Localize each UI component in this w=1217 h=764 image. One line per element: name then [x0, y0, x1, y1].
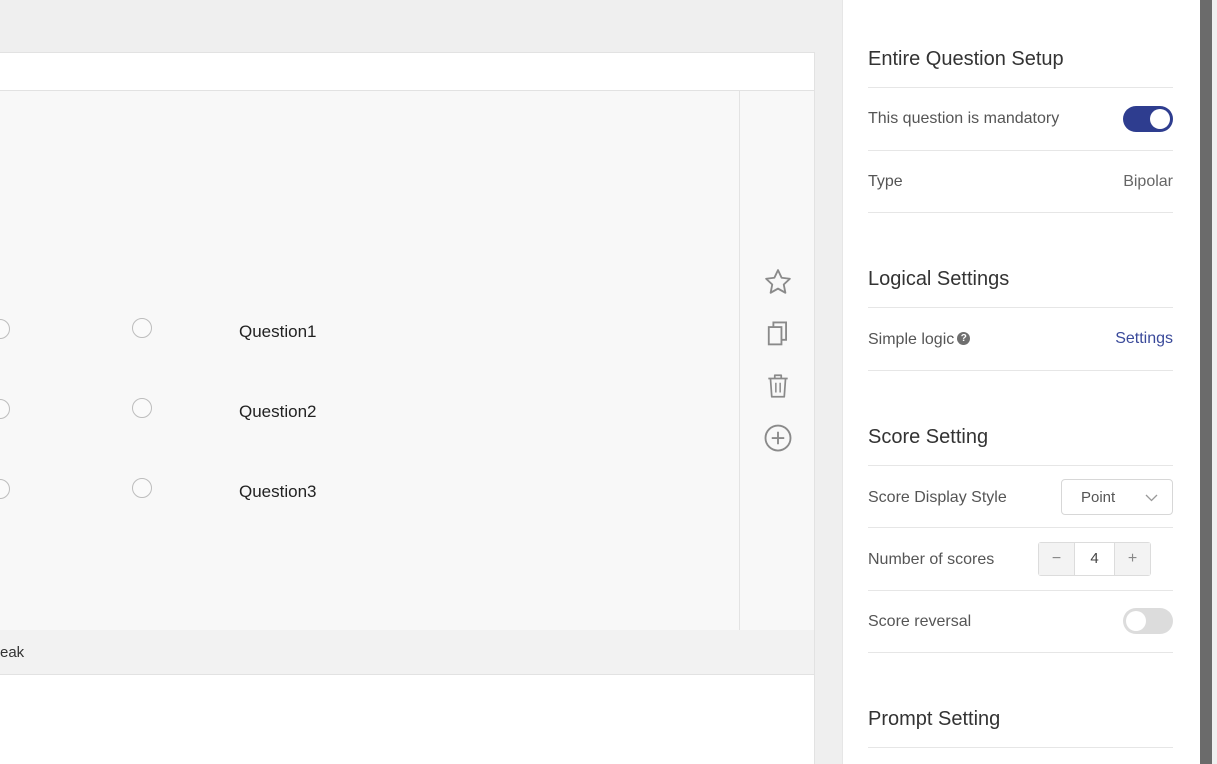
num-scores-label: Number of scores [868, 551, 995, 568]
question-body: Question1 Question2 Question3 [0, 91, 740, 630]
question-label: Question2 [239, 402, 317, 421]
num-scores-stepper[interactable]: − 4 + [1038, 542, 1151, 576]
option-radio[interactable] [0, 479, 10, 499]
editor-area: Question1 Question2 Question3 eak [0, 0, 842, 764]
section-title-logical: Logical Settings [868, 268, 1010, 290]
score-reversal-label: Score reversal [868, 613, 972, 630]
scrollbar[interactable] [1200, 0, 1217, 764]
next-question-area [0, 675, 815, 764]
score-display-value: Point [1081, 489, 1116, 506]
type-label: Type [868, 173, 903, 190]
question-card: Question1 Question2 Question3 [0, 91, 815, 630]
section-title-score: Score Setting [868, 426, 989, 448]
increment-button[interactable]: + [1115, 543, 1150, 575]
star-icon[interactable] [760, 264, 796, 300]
question-toolbar [740, 91, 815, 630]
copy-icon[interactable] [760, 316, 796, 352]
mandatory-toggle[interactable] [1123, 106, 1173, 132]
trash-icon[interactable] [760, 368, 796, 404]
page-break-bar[interactable]: eak [0, 630, 815, 675]
num-scores-value[interactable]: 4 [1074, 543, 1115, 575]
mandatory-label: This question is mandatory [868, 110, 1060, 127]
simple-logic-row: Simple logic? Settings [868, 307, 1173, 371]
question-header-strip[interactable] [0, 52, 815, 91]
score-display-select[interactable]: Point [1061, 479, 1173, 515]
mandatory-row: This question is mandatory [868, 88, 1173, 151]
question-label: Question1 [239, 322, 317, 341]
add-circle-icon[interactable] [760, 420, 796, 456]
simple-logic-label: Simple logic [868, 331, 955, 348]
chevron-down-icon [1145, 494, 1158, 502]
section-title-entire-setup: Entire Question Setup [868, 48, 1064, 70]
option-radio[interactable] [132, 398, 152, 418]
scrollbar-thumb[interactable] [1200, 0, 1212, 764]
type-row: Type Bipolar [868, 151, 1173, 213]
help-icon[interactable]: ? [957, 332, 971, 345]
option-radio[interactable] [0, 399, 10, 419]
divider [868, 747, 1173, 748]
question-label: Question3 [239, 482, 317, 501]
type-value: Bipolar [1123, 173, 1173, 190]
option-radio[interactable] [0, 319, 10, 339]
option-radio[interactable] [132, 318, 152, 338]
score-display-row: Score Display Style Point [868, 465, 1173, 528]
settings-panel: Entire Question Setup This question is m… [842, 0, 1200, 764]
simple-logic-label-wrap: Simple logic? [868, 331, 971, 349]
num-scores-row: Number of scores − 4 + [868, 528, 1173, 591]
section-title-prompt: Prompt Setting [868, 708, 1001, 730]
score-reversal-toggle[interactable] [1123, 608, 1173, 634]
option-radio[interactable] [132, 478, 152, 498]
decrement-button[interactable]: − [1039, 543, 1074, 575]
score-display-label: Score Display Style [868, 489, 1007, 506]
score-reversal-row: Score reversal [868, 591, 1173, 653]
page-break-label: eak [0, 644, 25, 661]
logic-settings-link[interactable]: Settings [1115, 330, 1173, 348]
